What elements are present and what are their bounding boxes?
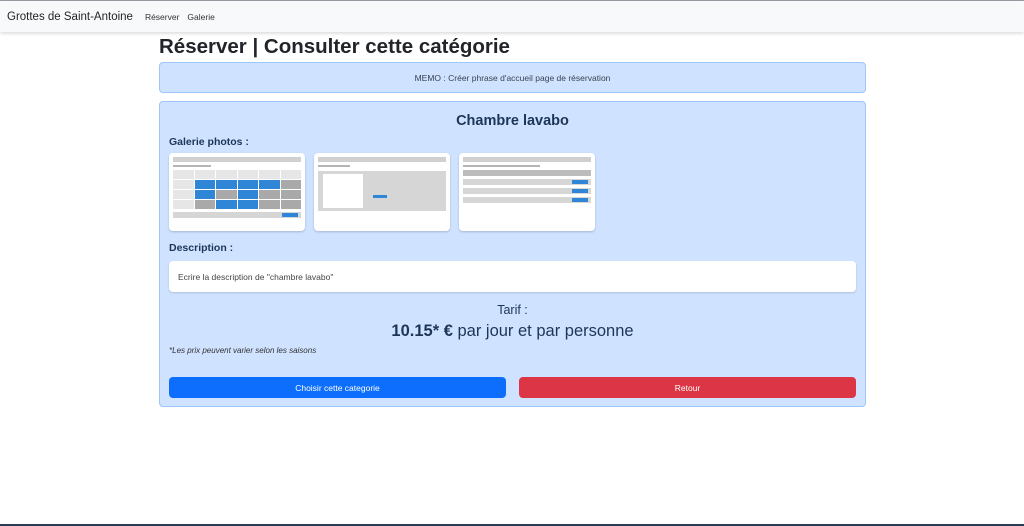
thumb-line <box>463 165 540 167</box>
back-button[interactable]: Retour <box>519 377 856 398</box>
tarif-label: Tarif : <box>497 303 528 317</box>
thumb-header <box>463 157 591 162</box>
thumb-header <box>173 157 301 162</box>
action-buttons: Choisir cette categorie Retour <box>169 377 856 398</box>
gallery-photo-1[interactable] <box>169 153 305 231</box>
thumb-line <box>173 165 212 167</box>
price-value: 10.15* € <box>391 322 453 340</box>
description-box: Ecrire la description de "chambre lavabo… <box>169 261 856 292</box>
nav-link-reserver[interactable]: Réserver <box>145 12 179 22</box>
page-title: Réserver | Consulter cette catégorie <box>159 35 510 58</box>
navbar: Grottes de Saint-Antoine Réserver Galeri… <box>0 1 1024 32</box>
thumb-calendar-grid <box>173 170 301 209</box>
thumb-list-row <box>463 188 591 194</box>
memo-alert: MEMO : Créer phrase d'accueil page de ré… <box>159 62 866 93</box>
category-title: Chambre lavabo <box>456 113 569 129</box>
gallery-photo-3[interactable] <box>459 153 595 231</box>
thumb-form-row <box>173 212 301 218</box>
nav-link-galerie[interactable]: Galerie <box>187 12 214 22</box>
gallery-label: Galerie photos : <box>169 136 249 148</box>
thumb-header <box>318 157 446 162</box>
description-label: Description : <box>169 242 234 254</box>
thumb-line <box>318 165 350 167</box>
category-card: Chambre lavabo Galerie photos : Descript… <box>159 101 866 407</box>
thumb-list-row <box>463 197 591 203</box>
thumb-room-panel <box>318 171 446 211</box>
navbar-brand[interactable]: Grottes de Saint-Antoine <box>7 11 133 23</box>
photo-gallery <box>169 153 856 231</box>
thumb-list-row <box>463 179 591 185</box>
price-suffix: par jour et par personne <box>452 322 634 340</box>
price-display: 10.15* € par jour et par personne <box>169 322 856 341</box>
thumb-list-header <box>463 170 591 176</box>
gallery-photo-2[interactable] <box>314 153 450 231</box>
main-container: Réserver | Consulter cette catégorie MEM… <box>159 33 866 407</box>
choose-category-button[interactable]: Choisir cette categorie <box>169 377 506 398</box>
price-note: *Les prix peuvent varier selon les saiso… <box>169 346 317 355</box>
